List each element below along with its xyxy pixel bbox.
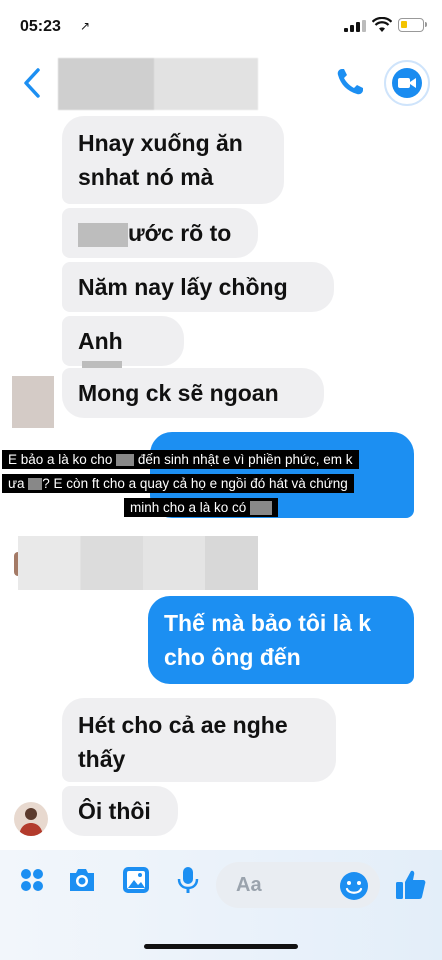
emoji-icon[interactable] [338, 870, 370, 902]
message-text-line: snhat nó mà [78, 164, 214, 190]
message-bubble-incoming[interactable]: ước rõ to [62, 208, 258, 258]
microphone-icon[interactable] [172, 864, 204, 896]
sender-avatar [14, 802, 48, 836]
person-icon [19, 808, 43, 836]
redacted-name [78, 222, 128, 247]
more-apps-icon[interactable] [16, 864, 48, 896]
wifi-icon [372, 17, 392, 32]
caption-line: ưa ? E còn ft cho a quay cả họ e ngồi đó… [2, 474, 354, 493]
status-bar: 05:23 ↗ [0, 0, 442, 52]
redacted-name [250, 501, 273, 516]
message-text-line: Hnay xuống ăn [78, 130, 243, 156]
signal-icon [344, 20, 366, 32]
thumbs-up-icon[interactable] [394, 868, 428, 902]
message-text: ước rõ to [128, 220, 232, 246]
sender-avatar-redacted [12, 376, 54, 428]
message-bubble-redacted[interactable] [18, 536, 258, 590]
contact-name-redacted[interactable] [58, 58, 258, 110]
message-bubble-incoming[interactable]: Anh [62, 316, 184, 393]
message-bubble-incoming[interactable]: Ôi thôi [62, 786, 178, 836]
message-text-line: Hét cho cả ae nghe [78, 712, 288, 738]
message-bubble-incoming[interactable]: Mong ck sẽ ngoan [62, 368, 324, 418]
composer-bar: Aa [0, 850, 442, 960]
message-text-line: thấy [78, 746, 126, 772]
back-chevron-icon[interactable] [18, 66, 48, 100]
message-bubble-incoming[interactable]: Hnay xuống ăn snhat nó mà [62, 116, 284, 204]
video-camera-icon [392, 68, 422, 98]
message-text-line: Thế mà bảo tôi là k [164, 610, 372, 636]
video-call-button[interactable] [384, 60, 430, 106]
message-text: Mong ck sẽ ngoan [78, 380, 279, 406]
redacted-name [116, 454, 135, 467]
status-time: 05:23 [20, 18, 61, 35]
message-input-placeholder: Aa [236, 874, 262, 896]
caption-overlay: E bảo a là ko cho đến sinh nhật e vì phi… [0, 440, 442, 526]
redacted-name [28, 478, 43, 491]
conversation-header [0, 52, 442, 114]
location-icon: ↗ [80, 19, 91, 33]
gallery-icon[interactable] [120, 864, 152, 896]
message-text: Ôi thôi [78, 798, 151, 824]
caption-line: E bảo a là ko cho đến sinh nhật e vì phi… [2, 450, 359, 469]
home-indicator [144, 944, 298, 949]
message-text-line: cho ông đến [164, 644, 301, 670]
caption-line: minh cho a là ko có [124, 498, 279, 518]
camera-icon[interactable] [66, 864, 98, 896]
message-text: Năm nay lấy chồng [78, 274, 288, 300]
message-bubble-incoming[interactable]: Hét cho cả ae nghe thấy [62, 698, 336, 782]
message-text: Anh [78, 328, 123, 354]
battery-icon [398, 18, 427, 32]
message-bubble-incoming[interactable]: Năm nay lấy chồng [62, 262, 334, 312]
phone-call-icon[interactable] [334, 66, 366, 98]
message-bubble-outgoing[interactable]: Thế mà bảo tôi là k cho ông đến [148, 596, 414, 684]
